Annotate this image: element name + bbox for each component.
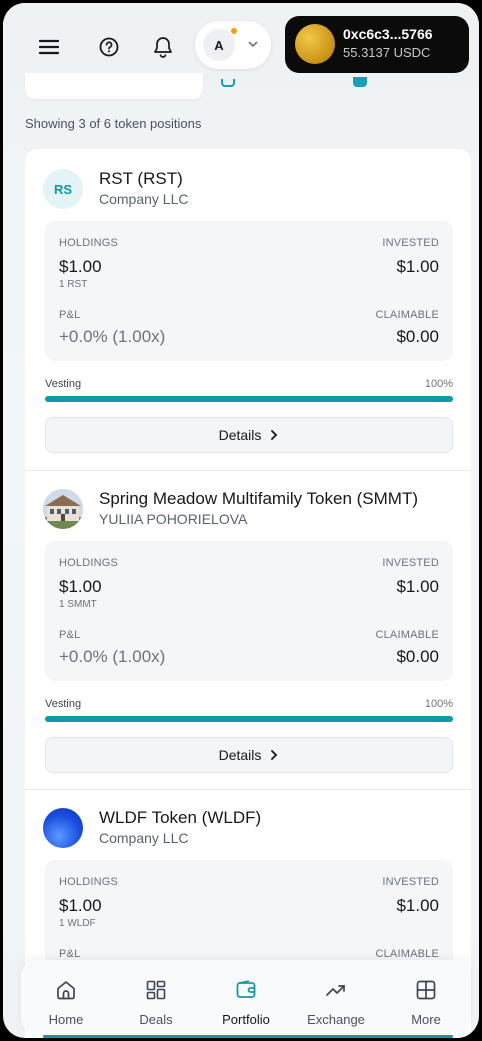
wallet-balance: 55.3137 USDC — [343, 45, 431, 60]
bottom-nav: Home Deals Portfolio Exchange More — [21, 960, 471, 1034]
holdings-units: 1 SMMT — [59, 599, 97, 610]
holdings-value: $1.00 — [59, 577, 102, 596]
chevron-right-icon — [271, 750, 278, 760]
details-label: Details — [218, 427, 262, 443]
token-card: Spring Meadow Multifamily Token (SMMT) Y… — [25, 469, 471, 789]
property-photo-avatar — [43, 489, 83, 529]
pnl-value: +0.0% (1.00x) — [59, 647, 166, 666]
claimable-label: CLAIMABLE — [375, 629, 439, 641]
nav-label: Home — [48, 1012, 84, 1027]
pnl-label: P&L — [59, 309, 81, 321]
vesting-label: Vesting — [45, 698, 82, 710]
chevron-down-icon — [247, 37, 259, 55]
filter-input-partial[interactable] — [25, 73, 203, 99]
token-stats: HOLDINGS INVESTED $1.00 $1.00 1 SMMT P&L… — [45, 541, 453, 681]
holdings-value: $1.00 — [59, 896, 102, 915]
nav-label: More — [411, 1012, 441, 1027]
holdings-label: HOLDINGS — [59, 876, 119, 888]
invested-value: $1.00 — [396, 257, 439, 276]
token-card: RS RST (RST) Company LLC HOLDINGS INVEST… — [25, 149, 471, 469]
chevron-right-icon — [271, 430, 278, 440]
wallet-button[interactable]: 0xc6c3...5766 55.3137 USDC — [285, 16, 469, 73]
token-issuer: Company LLC — [99, 191, 189, 207]
invested-label: INVESTED — [382, 876, 439, 888]
squares-icon — [416, 980, 436, 1000]
details-label: Details — [218, 747, 262, 763]
token-avatar: RS — [43, 169, 83, 209]
nav-home[interactable]: Home — [21, 960, 111, 1034]
app-frame: A 0xc6c3...5766 55.3137 USDC Showing 3 o… — [3, 3, 479, 1038]
claimable-value: $0.00 — [396, 327, 439, 346]
token-position-list: RS RST (RST) Company LLC HOLDINGS INVEST… — [25, 149, 471, 1038]
token-name: WLDF Token (WLDF) — [99, 808, 262, 827]
home-icon — [57, 981, 75, 1000]
token-name: RST (RST) — [99, 169, 183, 188]
nav-more[interactable]: More — [381, 960, 471, 1034]
token-issuer: Company LLC — [99, 830, 189, 846]
filter-toggle-icon[interactable] — [221, 79, 235, 87]
filter-toggle-icon[interactable] — [353, 77, 367, 87]
token-name: Spring Meadow Multifamily Token (SMMT) — [99, 489, 418, 508]
invested-label: INVESTED — [382, 237, 439, 249]
nav-portfolio[interactable]: Portfolio — [201, 960, 291, 1034]
vesting-percent: 100% — [424, 698, 453, 710]
pnl-label: P&L — [59, 948, 81, 960]
nav-label: Exchange — [307, 1012, 365, 1027]
holdings-label: HOLDINGS — [59, 557, 119, 569]
invested-value: $1.00 — [396, 896, 439, 915]
token-issuer: YULIIA POHORIELOVA — [99, 511, 248, 527]
vesting-label: Vesting — [45, 378, 82, 390]
vesting-progress-bar — [45, 396, 453, 402]
nav-label: Portfolio — [222, 1012, 270, 1027]
holdings-label: HOLDINGS — [59, 237, 119, 249]
wallet-address: 0xc6c3...5766 — [343, 26, 433, 42]
invested-value: $1.00 — [396, 577, 439, 596]
vesting-percent: 100% — [424, 378, 453, 390]
help-icon[interactable] — [91, 29, 127, 65]
details-button[interactable]: Details — [45, 737, 453, 773]
details-button[interactable]: Details — [45, 417, 453, 453]
grid-icon — [146, 980, 166, 1000]
wallet-icon — [236, 980, 256, 998]
results-count: Showing 3 of 6 token positions — [25, 116, 202, 131]
holdings-units: 1 RST — [59, 279, 88, 290]
holdings-value: $1.00 — [59, 257, 102, 276]
bell-icon[interactable] — [145, 29, 181, 65]
token-stats: HOLDINGS INVESTED $1.00 $1.00 1 RST P&L … — [45, 221, 453, 361]
nav-label: Deals — [139, 1012, 173, 1027]
claimable-value: $0.00 — [396, 647, 439, 666]
holdings-units: 1 WLDF — [59, 918, 96, 929]
top-header: A 0xc6c3...5766 55.3137 USDC — [3, 3, 479, 99]
claimable-label: CLAIMABLE — [375, 309, 439, 321]
menu-icon[interactable] — [31, 29, 67, 65]
vesting-progress-bar — [45, 716, 453, 722]
pnl-label: P&L — [59, 629, 81, 641]
claimable-label: CLAIMABLE — [375, 948, 439, 960]
invested-label: INVESTED — [382, 557, 439, 569]
pnl-value: +0.0% (1.00x) — [59, 327, 166, 346]
nav-deals[interactable]: Deals — [111, 960, 201, 1034]
token-logo-avatar — [43, 808, 83, 848]
account-switcher[interactable]: A — [195, 21, 271, 69]
trend-icon — [326, 985, 345, 996]
vesting-progress-bar-partial — [43, 1035, 453, 1038]
notification-dot — [229, 26, 239, 36]
wallet-coin-icon — [295, 24, 335, 64]
nav-exchange[interactable]: Exchange — [291, 960, 381, 1034]
